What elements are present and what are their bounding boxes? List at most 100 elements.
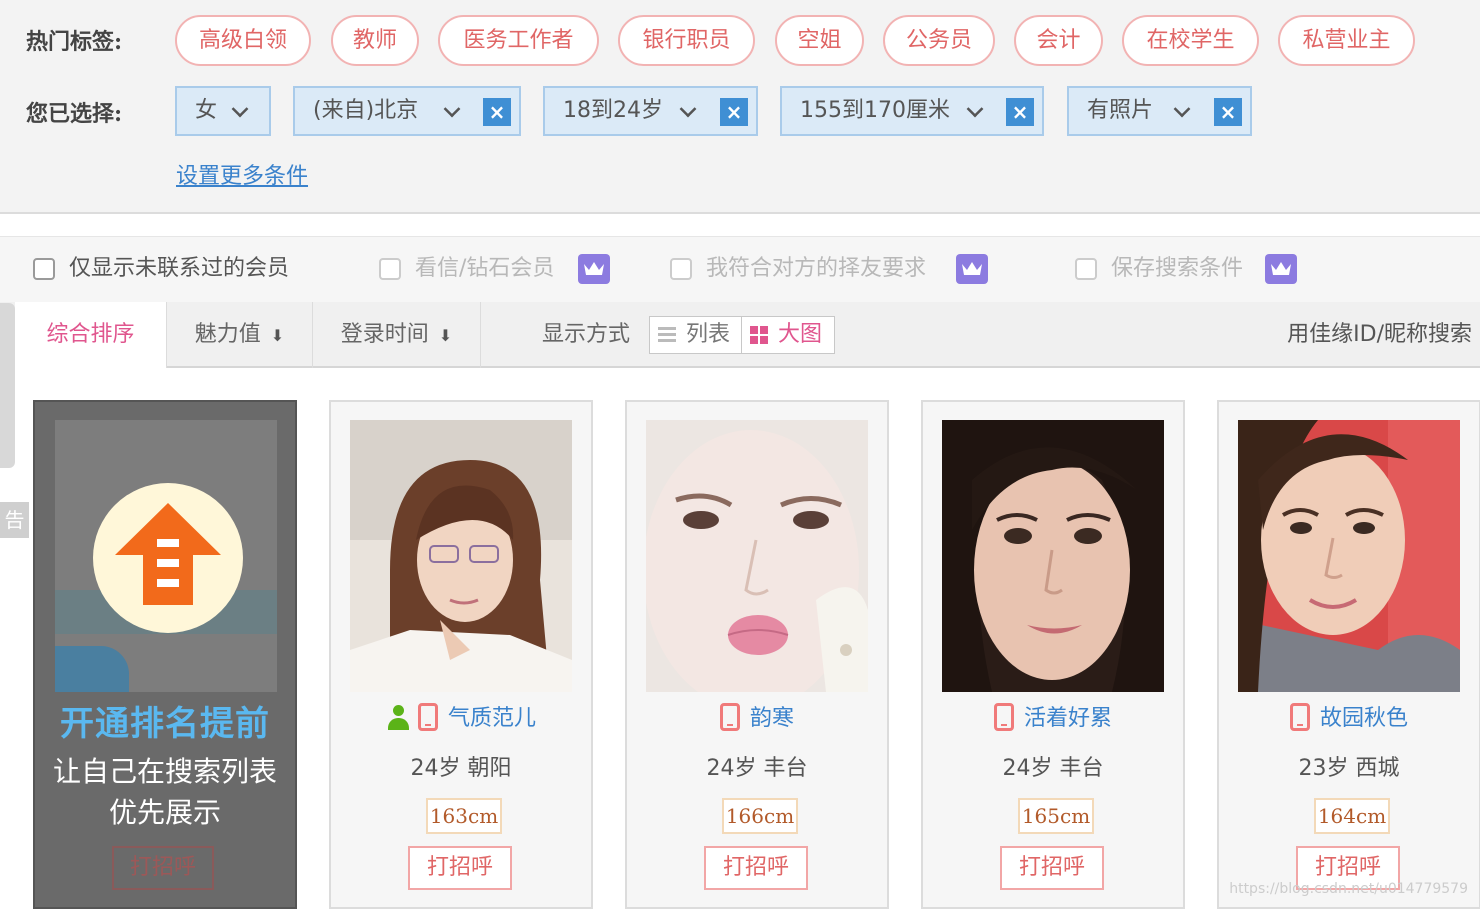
- filter-chip-height[interactable]: 155到170厘米 ×: [780, 86, 1044, 136]
- member-height-badge: 165cm: [1018, 798, 1094, 834]
- hot-tag-accountant[interactable]: 会计: [1014, 15, 1103, 66]
- sort-composite[interactable]: 综合排序: [15, 302, 167, 368]
- member-card[interactable]: 气质范儿 24岁 朝阳 163cm 打招呼: [329, 400, 593, 909]
- chevron-down-icon[interactable]: [1173, 100, 1191, 118]
- member-nickname[interactable]: 故园秋色: [1320, 706, 1408, 731]
- view-list-label: 列表: [686, 322, 731, 347]
- hot-tags-label: 热门标签:: [26, 29, 123, 55]
- promo-title: 开通排名提前: [60, 704, 270, 744]
- member-photo[interactable]: [350, 420, 572, 692]
- display-mode-label: 显示方式: [542, 322, 631, 347]
- member-card[interactable]: 故园秋色 23岁 西城 164cm 打招呼: [1217, 400, 1480, 909]
- checkbox[interactable]: [1075, 258, 1097, 280]
- mobile-icon: [993, 703, 1014, 731]
- remove-icon[interactable]: ×: [483, 98, 511, 126]
- member-name-line: 气质范儿: [331, 702, 591, 736]
- selected-label: 您已选择:: [26, 101, 123, 127]
- member-height-badge: 164cm: [1314, 798, 1390, 834]
- remove-icon[interactable]: ×: [1214, 98, 1242, 126]
- hot-tag-senior-white-collar[interactable]: 高级白领: [175, 15, 311, 66]
- option-label: 看信/钻石会员: [415, 256, 555, 281]
- member-age-city: 23岁 西城: [1298, 756, 1400, 781]
- filter-chip-photo[interactable]: 有照片 ×: [1067, 86, 1252, 136]
- member-name-line: 韵寒: [627, 702, 887, 736]
- member-height-badge: 163cm: [426, 798, 502, 834]
- filter-chip-age[interactable]: 18到24岁 ×: [543, 86, 758, 136]
- more-conditions-link[interactable]: 设置更多条件: [176, 158, 308, 190]
- member-card[interactable]: 活着好累 24岁 丰台 165cm 打招呼: [921, 400, 1185, 909]
- view-toggle: 列表 大图: [649, 316, 835, 354]
- filter-chip-age-value: 18到24岁: [563, 98, 663, 123]
- chevron-down-icon[interactable]: [231, 100, 249, 118]
- save-search-option[interactable]: 保存搜索条件: [1075, 254, 1305, 284]
- option-label: 仅显示未联系过的会员: [69, 256, 290, 281]
- member-name-line: 故园秋色: [1219, 702, 1479, 736]
- member-age-city: 24岁 丰台: [1002, 756, 1104, 781]
- greet-button[interactable]: 打招呼: [112, 846, 214, 890]
- member-nickname[interactable]: 气质范儿: [448, 706, 536, 731]
- view-big-label: 大图: [778, 322, 823, 347]
- hot-tag-medical-worker[interactable]: 医务工作者: [438, 15, 599, 66]
- mobile-icon: [1289, 703, 1310, 731]
- sort-login-time-label: 登录时间: [340, 322, 429, 347]
- promo-small-badge: [55, 646, 129, 692]
- member-nickname[interactable]: 活着好累: [1024, 706, 1112, 731]
- chevron-down-icon[interactable]: [966, 100, 984, 118]
- filter-chip-location-value: (来自)北京: [313, 98, 419, 123]
- option-label: 保存搜索条件: [1111, 256, 1244, 281]
- greet-button[interactable]: 打招呼: [704, 846, 808, 890]
- down-arrow-icon: ⬇: [270, 326, 285, 345]
- sort-login-time[interactable]: 登录时间 ⬇: [313, 302, 481, 368]
- letter-diamond-option[interactable]: 看信/钻石会员: [379, 254, 619, 284]
- promo-subtitle-2: 优先展示: [108, 796, 221, 829]
- list-icon: [658, 326, 676, 344]
- only-uncontacted-option[interactable]: 仅显示未联系过的会员: [33, 254, 333, 284]
- member-age-city: 24岁 丰台: [706, 756, 808, 781]
- chevron-down-icon[interactable]: [679, 100, 697, 118]
- filter-chip-gender-value: 女: [195, 98, 218, 123]
- checkbox[interactable]: [379, 258, 401, 280]
- member-nickname[interactable]: 韵寒: [750, 706, 794, 731]
- member-name-line: 活着好累: [923, 702, 1183, 736]
- greet-button[interactable]: 打招呼: [408, 846, 512, 890]
- hot-tag-bank-clerk[interactable]: 银行职员: [618, 15, 755, 66]
- promo-card[interactable]: 开通排名提前 让自己在搜索列表 优先展示 打招呼: [33, 400, 297, 909]
- member-card[interactable]: 韵寒 24岁 丰台 166cm 打招呼: [625, 400, 889, 909]
- chevron-down-icon[interactable]: [443, 100, 461, 118]
- mobile-icon: [417, 703, 438, 731]
- grid-icon: [750, 326, 768, 344]
- crown-icon: [578, 254, 610, 284]
- filter-chip-height-value: 155到170厘米: [800, 98, 950, 123]
- hot-tag-private-owner[interactable]: 私营业主: [1278, 15, 1415, 66]
- filter-chip-gender[interactable]: 女: [175, 86, 271, 136]
- remove-icon[interactable]: ×: [1006, 98, 1034, 126]
- match-requirements-option[interactable]: 我符合对方的择友要求: [670, 254, 1000, 284]
- options-bar: 仅显示未联系过的会员 看信/钻石会员 我符合对方的择友要求 保存搜索条件: [0, 236, 1480, 302]
- member-photo[interactable]: [646, 420, 868, 692]
- hot-tag-civil-servant[interactable]: 公务员: [883, 15, 995, 66]
- member-photo[interactable]: [942, 420, 1164, 692]
- id-search-link[interactable]: 用佳缘ID/昵称搜索: [1287, 320, 1472, 350]
- watermark: https://blog.csdn.net/u014779579: [1229, 881, 1468, 897]
- hot-tag-flight-attendant[interactable]: 空姐: [775, 15, 864, 66]
- member-height-badge: 166cm: [722, 798, 798, 834]
- verified-user-icon: [386, 705, 410, 731]
- sort-charm[interactable]: 魅力值 ⬇: [167, 302, 313, 368]
- member-photo[interactable]: [1238, 420, 1460, 692]
- remove-icon[interactable]: ×: [720, 98, 748, 126]
- view-big-button[interactable]: 大图: [742, 317, 834, 353]
- view-list-button[interactable]: 列表: [650, 317, 742, 353]
- results-grid: 开通排名提前 让自己在搜索列表 优先展示 打招呼 气质范儿 24岁 朝阳 163…: [0, 400, 1480, 909]
- filter-chip-location[interactable]: (来自)北京 ×: [293, 86, 521, 136]
- hot-tag-student[interactable]: 在校学生: [1122, 15, 1259, 66]
- crown-icon: [1265, 254, 1297, 284]
- greet-button[interactable]: 打招呼: [1000, 846, 1104, 890]
- checkbox[interactable]: [33, 258, 55, 280]
- checkbox[interactable]: [670, 258, 692, 280]
- filter-panel: 热门标签: 高级白领 教师 医务工作者 银行职员 空姐 公务员 会计 在校学生 …: [0, 0, 1480, 214]
- sort-charm-label: 魅力值: [194, 322, 261, 347]
- filter-chip-photo-value: 有照片: [1087, 98, 1154, 123]
- promo-subtitle-1: 让自己在搜索列表: [52, 755, 277, 788]
- hot-tag-teacher[interactable]: 教师: [331, 15, 419, 66]
- mobile-icon: [719, 703, 740, 731]
